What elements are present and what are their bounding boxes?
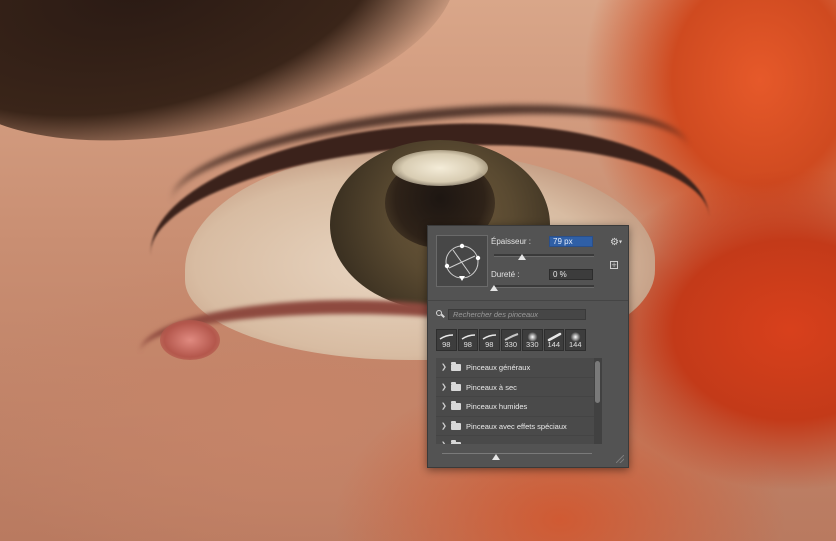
hardness-slider-thumb[interactable] — [490, 285, 498, 291]
brush-preset-panel: Épaisseur : 79 px ⚙▾ + Dureté : 0 % Rech… — [427, 225, 629, 468]
folder-label: Pinceaux humides — [466, 402, 528, 411]
recent-brush-7[interactable]: 144 — [565, 329, 586, 351]
hardness-label: Dureté : — [491, 270, 520, 279]
brush-folder-row[interactable]: ❯ Pinceaux avec effets spéciaux — [436, 417, 602, 436]
recent-brush-2[interactable]: 98 — [457, 329, 478, 351]
chevron-right-icon[interactable]: ❯ — [441, 402, 447, 410]
recent-brush-4[interactable]: 330 — [500, 329, 521, 351]
gear-icon[interactable]: ⚙▾ — [610, 237, 622, 248]
preview-size-slider-track[interactable] — [442, 453, 592, 454]
brush-search-input[interactable]: Rechercher des pinceaux — [448, 309, 586, 320]
folder-icon — [451, 440, 461, 444]
folder-label: Pinceaux à sec — [466, 382, 517, 392]
folder-icon — [451, 401, 461, 410]
brush-folder-row[interactable]: ❯ Pinceaux généraux — [436, 358, 602, 378]
brush-size-label: 330 — [504, 340, 517, 349]
tear-duct — [160, 320, 220, 360]
chevron-right-icon[interactable]: ❯ — [441, 422, 447, 430]
size-input[interactable]: 79 px — [549, 236, 593, 247]
preview-size-slider-thumb[interactable] — [492, 454, 500, 460]
divider — [428, 300, 628, 301]
folder-label: Pinceaux généraux — [466, 363, 531, 372]
brush-size-label: 98 — [463, 340, 472, 349]
folder-icon — [451, 362, 461, 371]
brush-size-label: 98 — [485, 340, 494, 349]
eye-highlight — [392, 150, 488, 186]
brush-folder-list: ❯ Pinceaux généraux ❯ Pinceaux à sec ❯ Pincea… — [436, 358, 602, 444]
folder-icon — [451, 381, 461, 391]
chevron-right-icon[interactable]: ❯ — [441, 363, 447, 371]
folder-icon — [451, 420, 461, 430]
recent-brush-6[interactable]: 144 — [543, 329, 564, 351]
size-label: Épaisseur : — [491, 237, 532, 246]
brush-folder-row[interactable]: ❯ Pinceaux humides — [436, 397, 602, 417]
recent-brushes: 98 98 98 330 330 144 144 — [436, 329, 586, 351]
resize-grip-icon[interactable] — [616, 455, 624, 463]
hardness-slider-track[interactable] — [494, 285, 594, 288]
hardness-input[interactable]: 0 % — [549, 269, 593, 280]
size-slider-thumb[interactable] — [518, 254, 526, 260]
chevron-right-icon[interactable]: ❯ — [441, 441, 447, 444]
folder-label: Pinceaux avec effets spéciaux — [466, 421, 567, 431]
search-icon — [436, 310, 442, 316]
brush-size-label: 98 — [442, 340, 451, 349]
brush-size-label: 144 — [568, 340, 582, 349]
brush-size-label: 144 — [547, 340, 560, 349]
brush-angle-preview[interactable] — [436, 235, 488, 287]
new-preset-icon[interactable]: + — [610, 261, 618, 269]
brush-folder-row[interactable]: ❯ Pinceaux à sec — [436, 378, 602, 397]
size-slider-track[interactable] — [494, 254, 594, 257]
list-scrollbar[interactable] — [594, 358, 602, 444]
recent-brush-5[interactable]: 330 — [522, 329, 543, 351]
chevron-right-icon[interactable]: ❯ — [441, 383, 447, 391]
brush-size-label: 330 — [525, 340, 539, 349]
canvas-painting — [0, 0, 836, 541]
recent-brush-3[interactable]: 98 — [479, 329, 500, 351]
scrollbar-knob[interactable] — [595, 361, 600, 403]
recent-brush-1[interactable]: 98 — [436, 329, 457, 351]
brush-folder-row-partial[interactable]: ❯ — [436, 436, 602, 444]
